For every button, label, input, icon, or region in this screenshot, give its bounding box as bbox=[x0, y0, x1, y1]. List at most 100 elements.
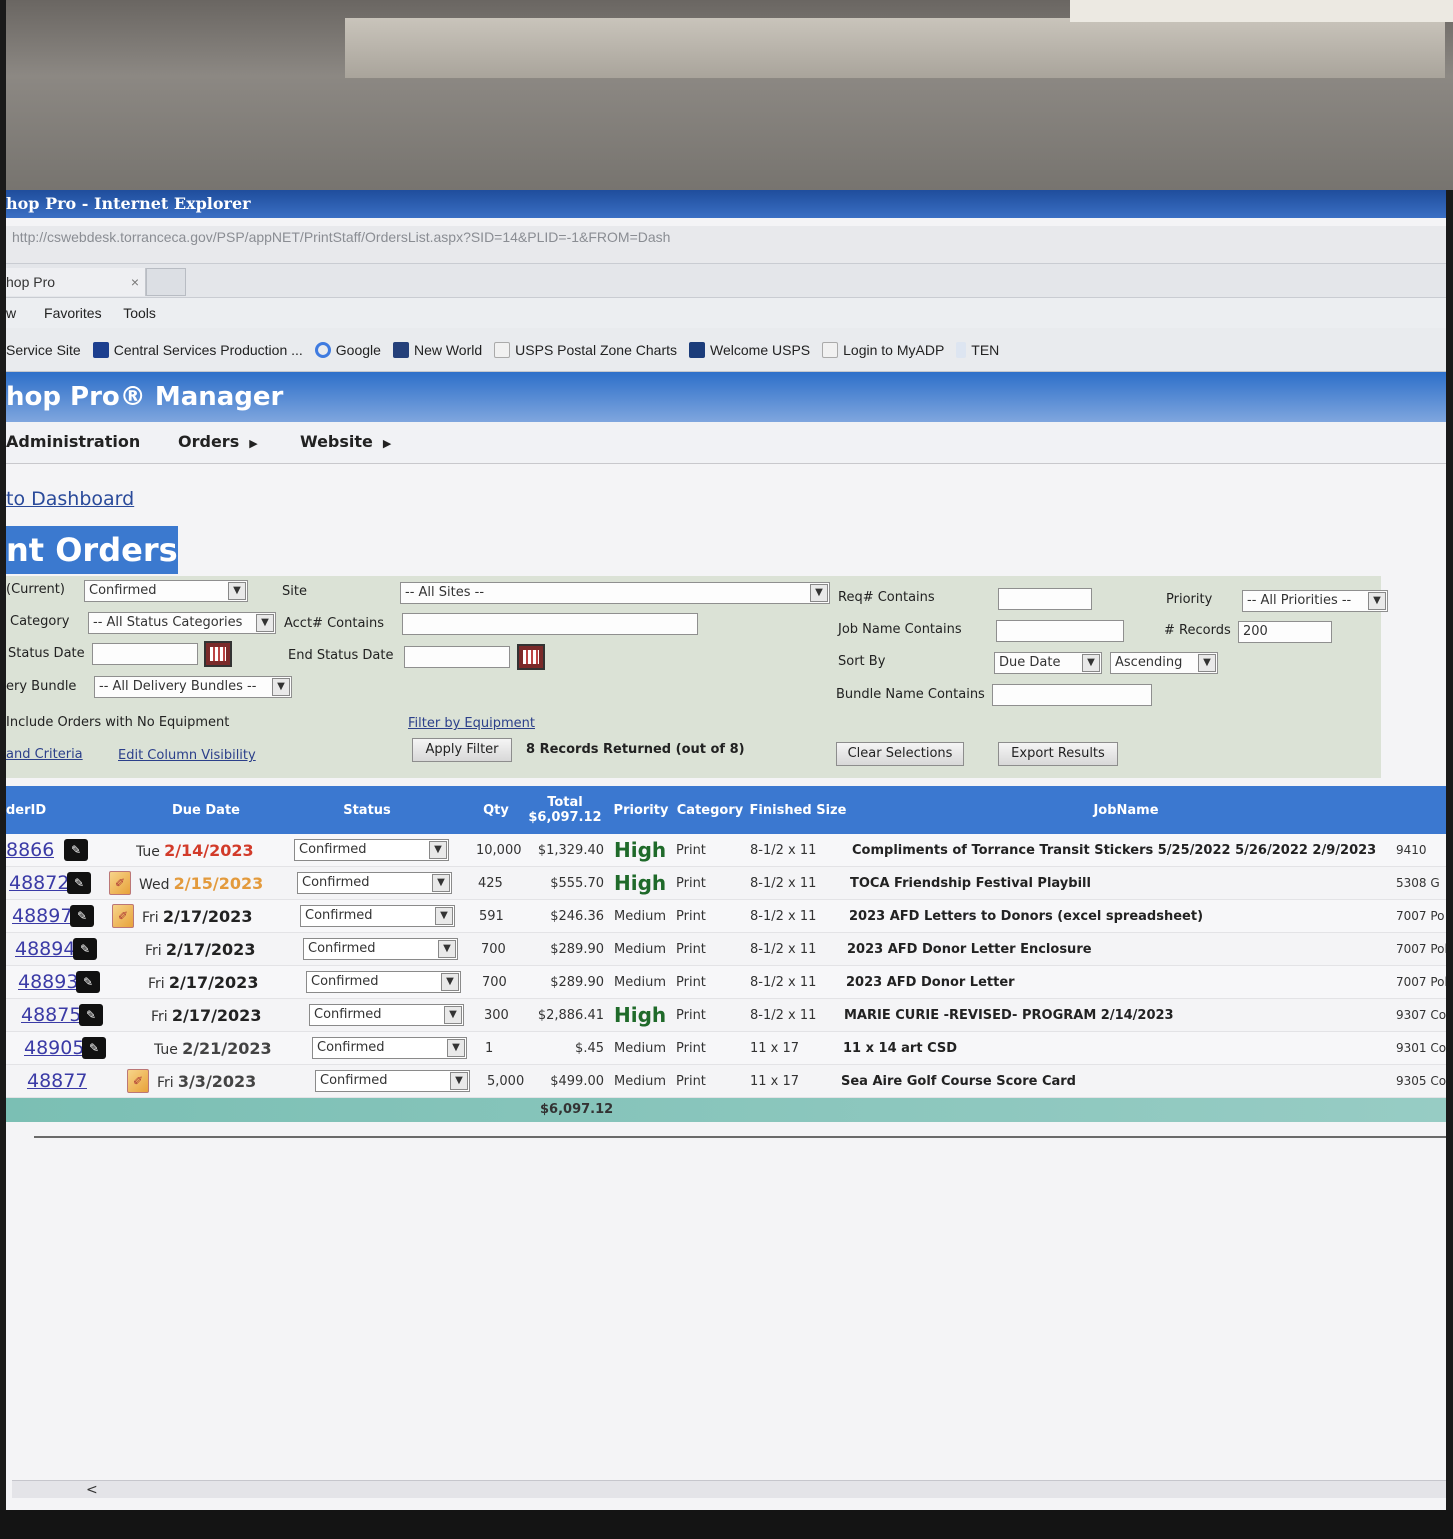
horizontal-scrollbar[interactable]: < bbox=[12, 1480, 1446, 1498]
table-row[interactable]: 48893 ✎ Fri 2/17/2023 Confirmed ▼ 700 $289.90 M… bbox=[6, 966, 1446, 999]
bundle-select[interactable]: -- All Delivery Bundles -- ▼ bbox=[94, 676, 292, 698]
menu-favorites[interactable]: Favorites bbox=[44, 305, 102, 321]
table-row[interactable]: 48894 ✎ Fri 2/17/2023 Confirmed ▼ 700 $289.90 M… bbox=[6, 933, 1446, 966]
tab-label: hop Pro bbox=[6, 274, 56, 290]
col-priority[interactable]: Priority bbox=[610, 786, 672, 834]
favorite-google[interactable]: Google bbox=[314, 341, 381, 358]
address-bar[interactable]: http://cswebdesk.torranceca.gov/PSP/appN… bbox=[6, 226, 1446, 264]
order-id-link[interactable]: 48877 bbox=[27, 1065, 87, 1098]
clear-selections-button[interactable]: Clear Selections bbox=[836, 742, 964, 766]
nav-administration[interactable]: Administration bbox=[6, 432, 140, 451]
close-tab-icon[interactable]: × bbox=[131, 268, 139, 296]
edit-clipboard-icon[interactable]: ✎ bbox=[79, 1004, 103, 1026]
nav-website[interactable]: Website ▶ bbox=[300, 432, 391, 451]
menu-tools[interactable]: Tools bbox=[123, 305, 156, 321]
table-row[interactable]: 48872 ✎ ✐ Wed 2/15/2023 Confirmed ▼ 425 $555.70… bbox=[6, 867, 1446, 900]
table-row[interactable]: 48897 ✎ ✐ Fri 2/17/2023 Confirmed ▼ 591 $246.36… bbox=[6, 900, 1446, 933]
favorite-myadp[interactable]: Login to MyADP bbox=[822, 341, 944, 358]
jobname-cell: 2023 AFD Letters to Donors (excel spread… bbox=[849, 909, 1204, 924]
edit-clipboard-icon[interactable]: ✎ bbox=[70, 905, 94, 927]
export-results-button[interactable]: Export Results bbox=[998, 742, 1118, 766]
jobname-cell: MARIE CURIE -REVISED- PROGRAM 2/14/2023 bbox=[844, 1008, 1174, 1023]
col-category[interactable]: Category bbox=[674, 786, 746, 834]
order-id-link[interactable]: 8866 bbox=[6, 834, 54, 867]
extra-cell: 9301 Comr bbox=[1396, 1041, 1446, 1055]
edit-clipboard-icon[interactable]: ✎ bbox=[82, 1037, 106, 1059]
favorite-service-site[interactable]: Service Site bbox=[6, 342, 81, 358]
favorite-welcome-usps[interactable]: Welcome USPS bbox=[689, 341, 810, 358]
url-field[interactable]: http://cswebdesk.torranceca.gov/PSP/appN… bbox=[12, 226, 1446, 248]
status-select[interactable]: Confirmed ▼ bbox=[309, 1004, 464, 1026]
table-row[interactable]: 48875 ✎ Fri 2/17/2023 Confirmed ▼ 300 $2,886.4… bbox=[6, 999, 1446, 1032]
status-select[interactable]: Confirmed ▼ bbox=[84, 580, 248, 602]
end-status-date-input[interactable] bbox=[404, 646, 510, 668]
note-icon[interactable]: ✐ bbox=[112, 904, 134, 928]
order-id-link[interactable]: 48894 bbox=[15, 933, 75, 966]
status-select[interactable]: Confirmed ▼ bbox=[312, 1037, 467, 1059]
sort-direction-select[interactable]: Ascending ▼ bbox=[1110, 652, 1218, 674]
jobname-cell: 2023 AFD Donor Letter bbox=[846, 975, 1015, 990]
browser-tab[interactable]: hop Pro × bbox=[6, 268, 146, 296]
edit-column-visibility-link[interactable]: Edit Column Visibility bbox=[118, 748, 256, 763]
apply-filter-button[interactable]: Apply Filter bbox=[412, 738, 512, 762]
scroll-left-icon[interactable]: < bbox=[86, 1481, 98, 1499]
favorite-new-world[interactable]: New World bbox=[392, 341, 482, 358]
favorite-ten[interactable]: TEN bbox=[956, 341, 999, 358]
priority-select[interactable]: -- All Priorities -- ▼ bbox=[1242, 590, 1388, 612]
status-select[interactable]: Confirmed ▼ bbox=[303, 938, 458, 960]
site-select[interactable]: -- All Sites -- ▼ bbox=[400, 582, 830, 604]
table-row[interactable]: 8866 ✎ Tue 2/14/2023 Confirmed ▼ 10,000 $1,329… bbox=[6, 834, 1446, 867]
bundle-name-input[interactable] bbox=[992, 684, 1152, 706]
back-to-dashboard-link[interactable]: to Dashboard bbox=[6, 488, 134, 510]
jobname-input[interactable] bbox=[996, 620, 1124, 642]
order-id-link[interactable]: 48897 bbox=[12, 900, 72, 933]
status-select[interactable]: Confirmed ▼ bbox=[297, 872, 452, 894]
nav-orders[interactable]: Orders ▶ bbox=[178, 432, 258, 451]
status-select[interactable]: Confirmed ▼ bbox=[306, 971, 461, 993]
filter-by-equipment-link[interactable]: Filter by Equipment bbox=[408, 716, 535, 731]
expand-criteria-link[interactable]: and Criteria bbox=[6, 747, 83, 762]
status-select[interactable]: Confirmed ▼ bbox=[300, 905, 455, 927]
order-id-link[interactable]: 48893 bbox=[18, 966, 78, 999]
status-date-input[interactable] bbox=[92, 643, 198, 665]
edit-clipboard-icon[interactable]: ✎ bbox=[64, 839, 88, 861]
category-select[interactable]: -- All Status Categories ▼ bbox=[88, 612, 276, 634]
total-cell: $1,329.40 bbox=[537, 843, 604, 858]
col-jobname[interactable]: JobName bbox=[1066, 786, 1186, 834]
new-tab-button[interactable] bbox=[146, 268, 186, 296]
favorite-central-services[interactable]: Central Services Production ... bbox=[92, 341, 303, 358]
col-finished-size[interactable]: Finished Size bbox=[748, 786, 848, 834]
note-icon[interactable]: ✐ bbox=[109, 871, 131, 895]
total-cell: $289.90 bbox=[550, 942, 604, 957]
order-id-link[interactable]: 48905 bbox=[24, 1032, 84, 1065]
total-cell: $.45 bbox=[575, 1041, 604, 1056]
calendar-icon[interactable] bbox=[517, 644, 545, 670]
chevron-down-icon: ▼ bbox=[228, 582, 246, 600]
edit-clipboard-icon[interactable]: ✎ bbox=[76, 971, 100, 993]
bundle-label: ery Bundle bbox=[6, 679, 77, 694]
table-row[interactable]: 48877 ✐ Fri 3/3/2023 Confirmed ▼ 5,000 $499.00… bbox=[6, 1065, 1446, 1098]
col-due-date[interactable]: Due Date bbox=[156, 786, 256, 834]
order-id-link[interactable]: 48875 bbox=[21, 999, 81, 1032]
req-input[interactable] bbox=[998, 588, 1092, 610]
col-total[interactable]: Total $6,097.12 bbox=[524, 786, 606, 834]
menu-view[interactable]: w bbox=[6, 305, 16, 321]
favorite-usps-zone-charts[interactable]: USPS Postal Zone Charts bbox=[494, 341, 677, 358]
status-select[interactable]: Confirmed ▼ bbox=[315, 1070, 470, 1092]
edit-clipboard-icon[interactable]: ✎ bbox=[67, 872, 91, 894]
status-select[interactable]: Confirmed ▼ bbox=[294, 839, 449, 861]
col-orderid[interactable]: derID bbox=[6, 786, 66, 834]
order-id-link[interactable]: 48872 bbox=[9, 867, 69, 900]
acct-input[interactable] bbox=[402, 613, 698, 635]
orders-table: derID Due Date Status Qty Total $6,097.12… bbox=[6, 786, 1446, 1122]
col-status[interactable]: Status bbox=[322, 786, 412, 834]
sortby-select[interactable]: Due Date ▼ bbox=[994, 652, 1102, 674]
table-row[interactable]: 48905 ✎ Tue 2/21/2023 Confirmed ▼ 1 $.45 Medium… bbox=[6, 1032, 1446, 1065]
monitor-bezel-bottom bbox=[0, 1510, 1453, 1539]
col-qty[interactable]: Qty bbox=[476, 786, 516, 834]
note-icon[interactable]: ✐ bbox=[127, 1069, 149, 1093]
records-count-input[interactable]: 200 bbox=[1238, 621, 1332, 643]
ie-icon bbox=[822, 341, 839, 358]
calendar-icon[interactable] bbox=[204, 641, 232, 667]
edit-clipboard-icon[interactable]: ✎ bbox=[73, 938, 97, 960]
